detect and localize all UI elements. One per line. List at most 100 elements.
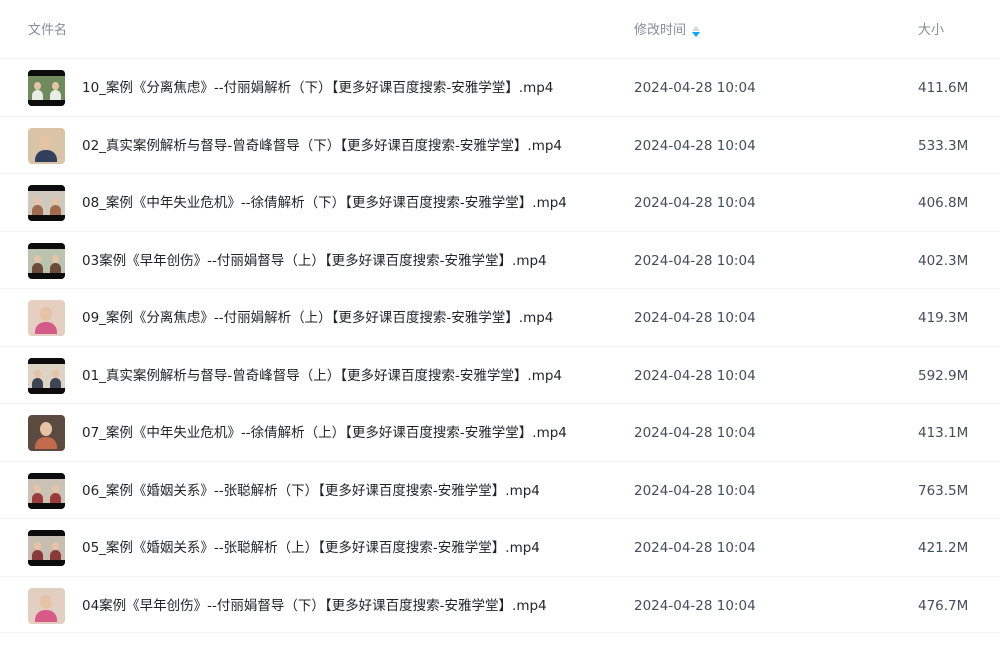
video-thumbnail[interactable] [28,415,65,451]
thumbnail-scene [28,76,65,100]
thumbnail-person-icon [52,82,59,90]
file-size: 763.5M [918,482,969,499]
video-thumbnail[interactable] [28,587,65,624]
file-modified-time: 2024-04-28 10:04 [634,367,756,384]
file-name[interactable]: 10_案例《分离焦虑》--付丽娟解析（下）【更多好课百度搜索-安雅学堂】.mp4 [82,78,553,98]
file-modified-time: 2024-04-28 10:04 [634,482,756,499]
video-thumbnail[interactable] [28,185,65,221]
file-name[interactable]: 08_案例《中年失业危机》--徐倩解析（下）【更多好课百度搜索-安雅学堂】.mp… [82,193,567,213]
thumbnail-body-shape [50,205,61,215]
thumbnail-body-shape [32,377,43,388]
thumbnail-body-shape [50,90,61,100]
file-row[interactable]: 05_案例《婚姻关系》--张聪解析（上）【更多好课百度搜索-安雅学堂】.mp4 2… [0,518,1000,576]
letterbox-bar [28,387,65,394]
file-size: 476.7M [918,597,969,614]
file-name[interactable]: 03案例《早年创伤》--付丽娟督导（上）【更多好课百度搜索-安雅学堂】.mp4 [82,251,547,271]
thumbnail-body-shape [50,492,61,503]
column-header-time[interactable]: 修改时间 [634,22,701,40]
thumbnail-person-icon [34,542,41,550]
letterbox-bar [28,100,65,106]
file-size: 406.8M [918,195,969,211]
file-size: 533.3M [918,137,969,154]
file-row[interactable]: 04案例《早年创伤》--付丽娟督导（下）【更多好课百度搜索-安雅学堂】.mp4 2… [0,575,1000,633]
thumbnail-person-icon [40,307,52,321]
file-name[interactable]: 06_案例《婚姻关系》--张聪解析（下）【更多好课百度搜索-安雅学堂】.mp4 [82,481,540,501]
thumbnail-person-icon [52,542,59,550]
thumbnail-person-icon [40,594,52,609]
thumbnail-scene [28,191,65,215]
file-modified-time: 2024-04-28 10:04 [634,310,756,326]
thumbnail-person-icon [40,422,52,436]
column-header-name[interactable]: 文件名 [28,22,67,40]
sort-icon[interactable] [692,24,701,38]
file-modified-time: 2024-04-28 10:04 [634,80,756,96]
thumbnail-scene [28,363,65,388]
thumbnail-person-icon [34,82,41,90]
thumbnail-body-shape [35,437,57,449]
letterbox-bar [28,215,65,221]
file-size: 592.9M [918,367,969,384]
video-thumbnail[interactable] [28,127,65,164]
file-row[interactable]: 09_案例《分离焦虑》--付丽娟解析（上）【更多好课百度搜索-安雅学堂】.mp4… [0,288,1000,346]
file-row[interactable]: 08_案例《中年失业危机》--徐倩解析（下）【更多好课百度搜索-安雅学堂】.mp… [0,173,1000,231]
file-row[interactable]: 01_真实案例解析与督导-曾奇峰督导（上）【更多好课百度搜索-安雅学堂】.mp4… [0,345,1000,404]
thumbnail-body-shape [32,492,43,503]
video-thumbnail[interactable] [28,242,65,279]
thumbnail-body-shape [35,609,57,622]
file-name[interactable]: 07_案例《中年失业危机》--徐倩解析（上）【更多好课百度搜索-安雅学堂】.mp… [82,423,567,443]
column-header-time-label: 修改时间 [634,23,687,38]
file-modified-time: 2024-04-28 10:04 [634,137,756,154]
thumbnail-body-shape [50,550,61,560]
thumbnail-person-icon [34,369,41,378]
file-name[interactable]: 01_真实案例解析与督导-曾奇峰督导（上）【更多好课百度搜索-安雅学堂】.mp4 [82,366,562,386]
thumbnail-person-icon [40,134,52,149]
thumbnail-body-shape [35,322,57,334]
thumbnail-scene [28,248,65,273]
thumbnail-person-icon [34,484,41,493]
thumbnail-body-shape [32,262,43,273]
video-thumbnail[interactable] [28,70,65,106]
thumbnail-body-shape [32,90,43,100]
letterbox-bar [28,502,65,509]
letterbox-bar [28,272,65,279]
file-modified-time: 2024-04-28 10:04 [634,425,756,441]
file-row[interactable]: 10_案例《分离焦虑》--付丽娟解析（下）【更多好课百度搜索-安雅学堂】.mp4… [0,58,1000,116]
thumbnail-body-shape [32,205,43,215]
file-name[interactable]: 02_真实案例解析与督导-曾奇峰督导（下）【更多好课百度搜索-安雅学堂】.mp4 [82,136,562,156]
thumbnail-body-shape [50,262,61,273]
file-row[interactable]: 03案例《早年创伤》--付丽娟督导（上）【更多好课百度搜索-安雅学堂】.mp4 2… [0,230,1000,289]
thumbnail-scene [28,536,65,560]
file-name[interactable]: 09_案例《分离焦虑》--付丽娟解析（上）【更多好课百度搜索-安雅学堂】.mp4 [82,308,553,328]
file-name[interactable]: 05_案例《婚姻关系》--张聪解析（上）【更多好课百度搜索-安雅学堂】.mp4 [82,538,540,558]
file-row[interactable]: 02_真实案例解析与督导-曾奇峰督导（下）【更多好课百度搜索-安雅学堂】.mp4… [0,115,1000,174]
file-size: 402.3M [918,252,969,269]
sort-ascending-icon [692,25,701,31]
file-size: 419.3M [918,310,969,326]
video-thumbnail[interactable] [28,357,65,394]
file-list: 10_案例《分离焦虑》--付丽娟解析（下）【更多好课百度搜索-安雅学堂】.mp4… [0,58,1000,633]
file-modified-time: 2024-04-28 10:04 [634,597,756,614]
file-modified-time: 2024-04-28 10:04 [634,195,756,211]
video-thumbnail[interactable] [28,472,65,509]
file-name[interactable]: 04案例《早年创伤》--付丽娟督导（下）【更多好课百度搜索-安雅学堂】.mp4 [82,596,547,616]
thumbnail-person-icon [34,254,41,263]
file-size: 411.6M [918,80,969,96]
thumbnail-scene [28,478,65,503]
file-modified-time: 2024-04-28 10:04 [634,540,756,556]
file-row[interactable]: 06_案例《婚姻关系》--张聪解析（下）【更多好课百度搜索-安雅学堂】.mp4 2… [0,460,1000,519]
video-thumbnail[interactable] [28,300,65,336]
video-thumbnail[interactable] [28,530,65,566]
thumbnail-person-icon [52,254,59,263]
file-modified-time: 2024-04-28 10:04 [634,252,756,269]
file-row[interactable]: 07_案例《中年失业危机》--徐倩解析（上）【更多好课百度搜索-安雅学堂】.mp… [0,403,1000,461]
file-list-header: 文件名 修改时间 大小 [0,0,1000,58]
thumbnail-body-shape [50,377,61,388]
thumbnail-person-icon [52,197,59,205]
thumbnail-body-shape [35,149,57,162]
file-size: 413.1M [918,425,969,441]
thumbnail-body-shape [32,550,43,560]
letterbox-bar [28,560,65,566]
column-header-size[interactable]: 大小 [918,22,944,40]
thumbnail-person-icon [52,484,59,493]
thumbnail-person-icon [52,369,59,378]
